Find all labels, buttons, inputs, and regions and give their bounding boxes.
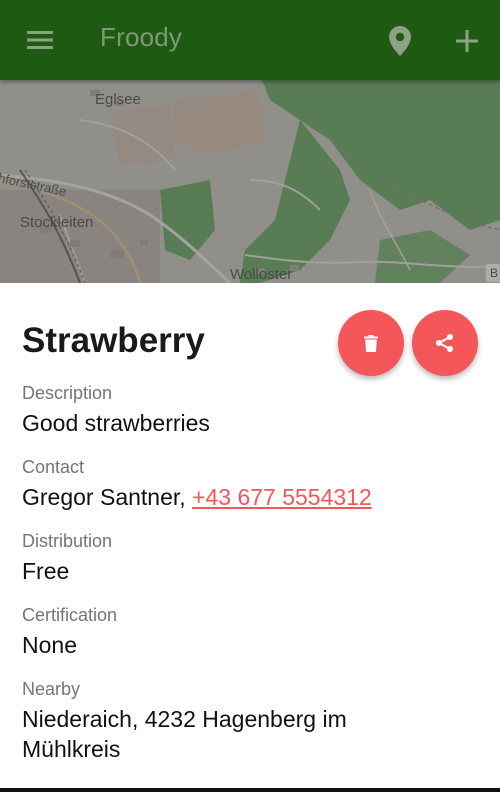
- map-dim-overlay: [0, 80, 500, 283]
- share-icon: [436, 334, 453, 352]
- map-pin-icon: [389, 26, 411, 56]
- certification-label: Certification: [22, 605, 118, 625]
- contact-name: Gregor Santner,: [22, 484, 193, 510]
- trash-icon: [364, 334, 378, 352]
- certification-value: None: [22, 632, 77, 658]
- app-bar: Froody: [0, 0, 500, 80]
- delete-button[interactable]: [338, 310, 404, 376]
- nearby-label: Nearby: [22, 679, 81, 699]
- location-button[interactable]: [384, 24, 416, 58]
- add-button[interactable]: [450, 24, 484, 58]
- distribution-value: Free: [22, 558, 70, 584]
- contact-value: Gregor Santner, +43 677 5554312: [22, 482, 482, 512]
- hamburger-menu-icon: [27, 31, 53, 49]
- contact-label: Contact: [22, 457, 85, 477]
- description-value: Good strawberries: [22, 410, 210, 436]
- app-title: Froody: [100, 22, 183, 52]
- item-title: Strawberry: [22, 321, 205, 360]
- detail-sheet: Strawberry Description Good strawberries…: [0, 283, 500, 792]
- share-button[interactable]: [412, 310, 478, 376]
- description-label: Description: [22, 383, 113, 403]
- phone-link[interactable]: +43 677 5554312: [192, 484, 372, 510]
- bottom-edge: [0, 788, 500, 792]
- plus-icon: [456, 30, 478, 52]
- nearby-value: Niederaich, 4232 Hagenberg im Mühlkreis: [22, 706, 347, 762]
- map-view[interactable]: Eglsee hforststraße Stockleiten Wolloste…: [0, 80, 500, 283]
- distribution-label: Distribution: [22, 531, 113, 551]
- hamburger-menu-button[interactable]: [20, 24, 60, 56]
